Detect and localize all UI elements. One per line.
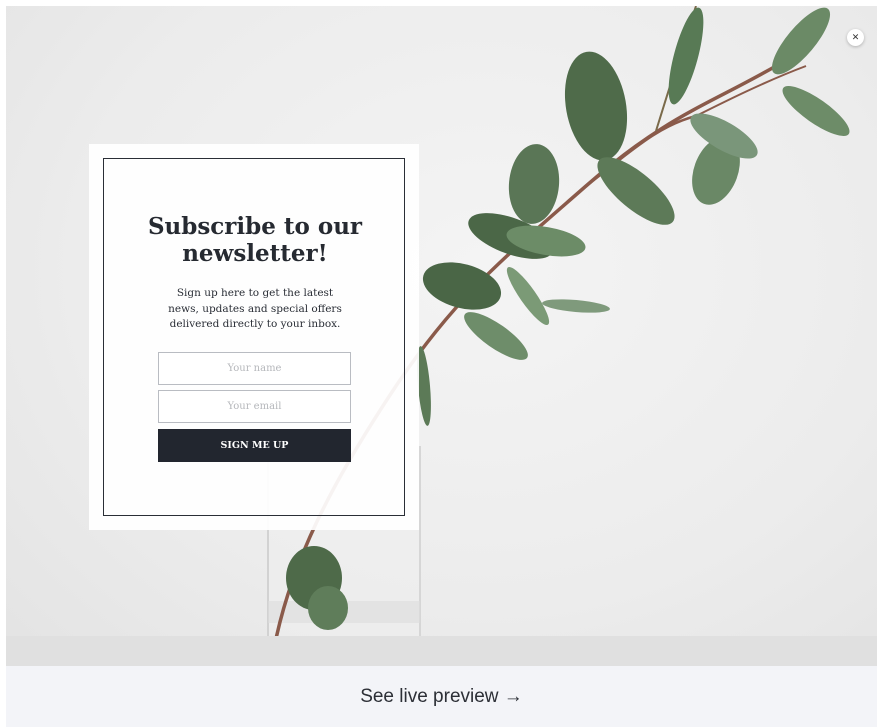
preview-bar: See live preview →	[6, 666, 877, 727]
close-icon: ✕	[851, 32, 860, 43]
popup-title-line1: Subscribe to our	[147, 213, 363, 240]
embed-frame: ✕ Subscribe to our newsletter! Sign up h…	[6, 6, 877, 727]
popup-subtitle: Sign up here to get the latest news, upd…	[168, 287, 342, 330]
popup-title-line2: newsletter!	[182, 240, 328, 267]
name-input[interactable]	[158, 352, 351, 385]
newsletter-popup: Subscribe to our newsletter! Sign up her…	[89, 144, 419, 530]
popup-title: Subscribe to our newsletter!	[104, 213, 406, 267]
email-input[interactable]	[158, 390, 351, 423]
hero-background: ✕ Subscribe to our newsletter! Sign up h…	[6, 6, 877, 666]
sign-me-up-button[interactable]: SIGN ME UP	[158, 429, 351, 462]
close-button[interactable]: ✕	[847, 29, 864, 46]
see-live-preview-link[interactable]: See live preview →	[360, 686, 523, 708]
popup-inner-frame: Subscribe to our newsletter! Sign up her…	[103, 158, 405, 516]
